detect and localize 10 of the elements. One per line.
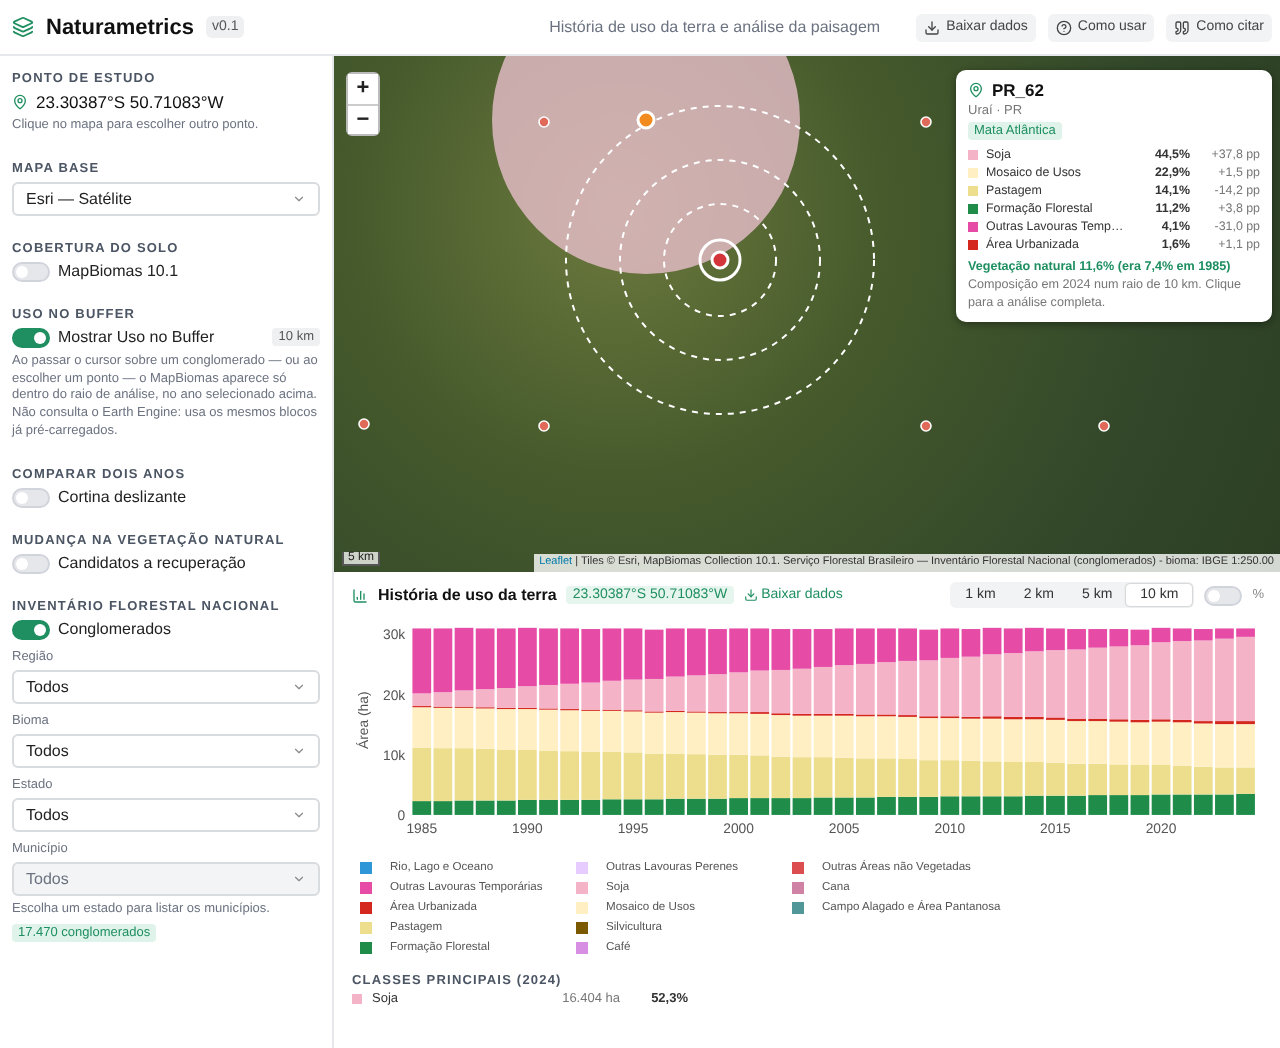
coordinates: 23.30387°S 50.71083°W bbox=[36, 92, 224, 112]
toggle-label: Conglomerados bbox=[58, 620, 171, 639]
toggle-label: Candidatos a recuperação bbox=[58, 554, 246, 573]
toggle-label: MapBiomas 10.1 bbox=[58, 262, 179, 281]
toggle-label: Mostrar Uso no Buffer bbox=[58, 328, 215, 347]
app-title: Naturametrics bbox=[46, 15, 194, 39]
popup-title: PR_62 bbox=[992, 80, 1044, 100]
chart-title: História de uso da terra bbox=[378, 586, 557, 604]
toggle-label: Cortina deslizante bbox=[58, 488, 187, 507]
app-subtitle: História de uso da terra e análise da paisagem bbox=[549, 18, 881, 36]
